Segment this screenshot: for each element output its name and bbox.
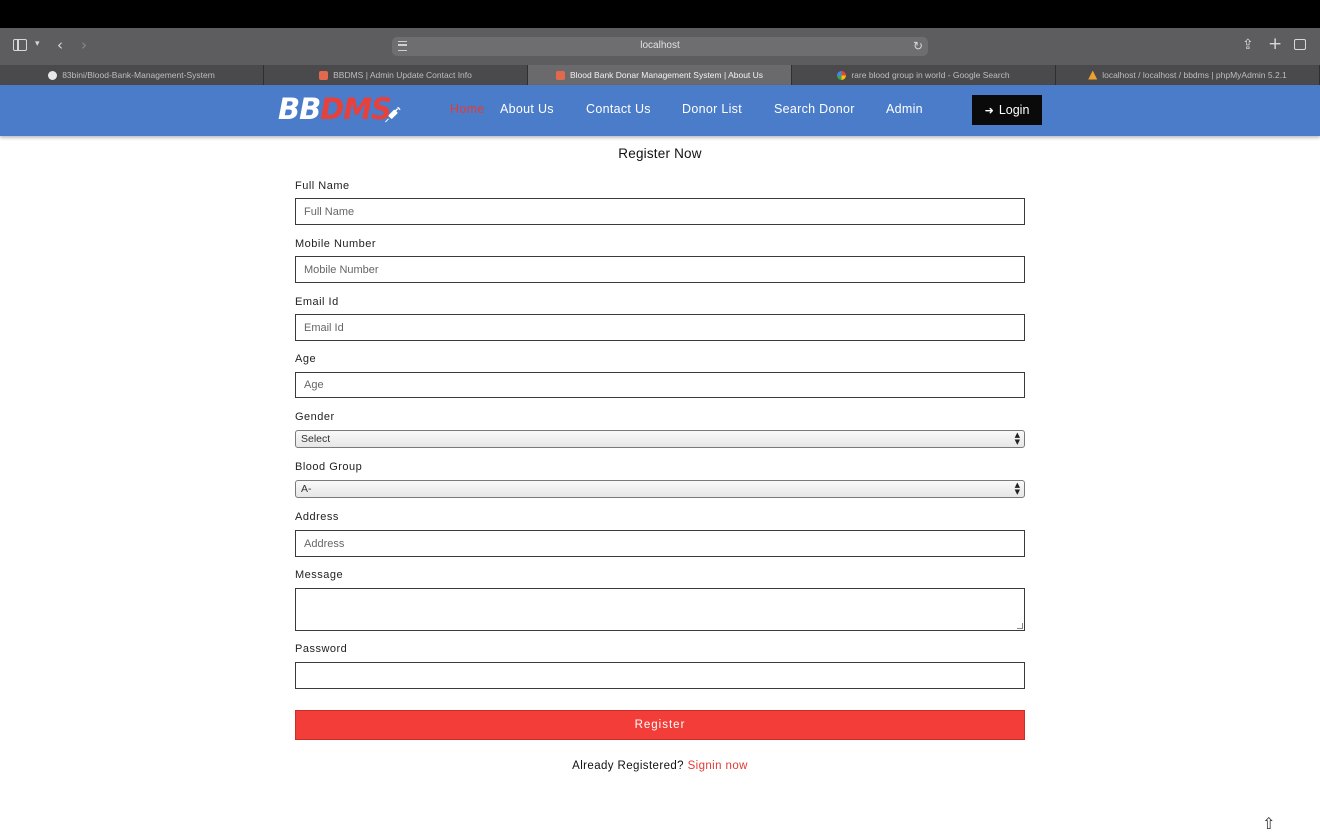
bbdms-favicon-icon <box>319 70 329 80</box>
already-registered-text: Already Registered? <box>572 760 684 772</box>
full-name-input[interactable]: Full Name <box>295 198 1025 225</box>
mobile-number-input[interactable]: Mobile Number <box>295 256 1025 283</box>
blood-group-select[interactable]: A- ▲ ▼ <box>295 480 1025 498</box>
age-placeholder: Age <box>304 379 324 391</box>
nav-admin-link[interactable]: Admin <box>886 102 923 116</box>
bbdms-favicon-icon <box>555 70 565 80</box>
gender-select[interactable]: Select ▲ ▼ <box>295 430 1025 448</box>
forward-arrow-icon[interactable]: › <box>81 38 87 53</box>
tab-title: rare blood group in world - Google Searc… <box>851 70 1010 80</box>
select-arrows-icon: ▲ ▼ <box>1014 481 1020 496</box>
select-arrows-icon: ▲ ▼ <box>1014 431 1020 446</box>
nav-home-link[interactable]: Home <box>450 102 485 116</box>
browser-tab[interactable]: localhost / localhost / bbdms | phpMyAdm… <box>1056 65 1320 85</box>
login-label: Login <box>998 103 1030 117</box>
email-placeholder: Email Id <box>304 321 344 334</box>
sign-in-icon: ➜ <box>984 103 994 117</box>
blood-group-selected-value: A- <box>301 483 312 495</box>
browser-tab[interactable]: rare blood group in world - Google Searc… <box>792 65 1056 85</box>
form-title: Register Now <box>618 146 702 161</box>
mobile-number-label: Mobile Number <box>295 238 377 250</box>
address-label: Address <box>295 511 339 523</box>
password-input[interactable] <box>295 662 1025 689</box>
sidebar-toggle-icon[interactable] <box>13 39 27 51</box>
browser-tab[interactable]: BBDMS | Admin Update Contact Info <box>264 65 528 85</box>
nav-search-donor-link[interactable]: Search Donor <box>774 102 855 116</box>
address-placeholder: Address <box>304 537 345 550</box>
new-tab-plus-icon[interactable]: + <box>1268 36 1282 53</box>
email-label: Email Id <box>295 296 339 308</box>
age-input[interactable]: Age <box>295 372 1025 398</box>
reload-icon[interactable]: ↻ <box>913 39 923 53</box>
address-input[interactable]: Address <box>295 530 1025 557</box>
browser-toolbar: ▾ ‹ › localhost ↻ ⇪ + <box>0 28 1320 65</box>
full-name-label: Full Name <box>295 180 350 192</box>
chevron-down-icon[interactable]: ▾ <box>35 40 40 49</box>
login-button[interactable]: ➜ Login <box>972 95 1042 125</box>
logo-text-dms: DMS <box>320 92 392 126</box>
github-icon <box>48 70 58 80</box>
resize-grip-icon[interactable] <box>1017 623 1023 629</box>
register-button[interactable]: Register <box>295 710 1025 740</box>
syringe-icon <box>385 107 401 123</box>
browser-tab-active[interactable]: Blood Bank Donar Management System | Abo… <box>528 65 792 85</box>
browser-tab[interactable]: 83bini/Blood-Bank-Management-System <box>0 65 264 85</box>
full-name-placeholder: Full Name <box>304 205 355 218</box>
phpmyadmin-icon <box>1088 70 1098 80</box>
tab-strip: 83bini/Blood-Bank-Management-System BBDM… <box>0 65 1320 85</box>
mobile-number-placeholder: Mobile Number <box>304 263 379 276</box>
site-header: BBDMS Home About Us Contact Us Donor Lis… <box>0 85 1320 136</box>
nav-donor-list-link[interactable]: Donor List <box>682 102 742 116</box>
email-input[interactable]: Email Id <box>295 314 1025 341</box>
signin-prompt: Already Registered? Signin now <box>0 760 1320 772</box>
password-label: Password <box>295 643 348 655</box>
site-logo[interactable]: BBDMS <box>278 92 392 126</box>
google-icon <box>837 70 847 80</box>
message-label: Message <box>295 569 344 581</box>
gender-selected-value: Select <box>301 433 331 445</box>
tab-title: BBDMS | Admin Update Contact Info <box>333 70 472 80</box>
gender-label: Gender <box>295 411 335 423</box>
tab-title: localhost / localhost / bbdms | phpMyAdm… <box>1102 70 1287 80</box>
tab-title: 83bini/Blood-Bank-Management-System <box>62 70 215 80</box>
logo-text-bb: BB <box>278 92 321 126</box>
scroll-to-top-icon[interactable]: ⇧ <box>1262 814 1275 833</box>
share-icon[interactable]: ⇪ <box>1242 38 1254 52</box>
tab-overview-icon[interactable] <box>1294 39 1306 50</box>
nav-about-link[interactable]: About Us <box>500 102 554 116</box>
address-text: localhost <box>640 40 680 51</box>
top-black-strip <box>0 0 1320 28</box>
age-label: Age <box>295 353 317 365</box>
back-arrow-icon[interactable]: ‹ <box>57 38 63 53</box>
tab-title: Blood Bank Donar Management System | Abo… <box>569 70 764 80</box>
signin-link[interactable]: Signin now <box>688 760 748 772</box>
blood-group-label: Blood Group <box>295 461 363 473</box>
nav-contact-link[interactable]: Contact Us <box>586 102 651 116</box>
address-bar[interactable]: localhost ↻ <box>392 37 928 56</box>
message-textarea[interactable] <box>295 588 1025 631</box>
